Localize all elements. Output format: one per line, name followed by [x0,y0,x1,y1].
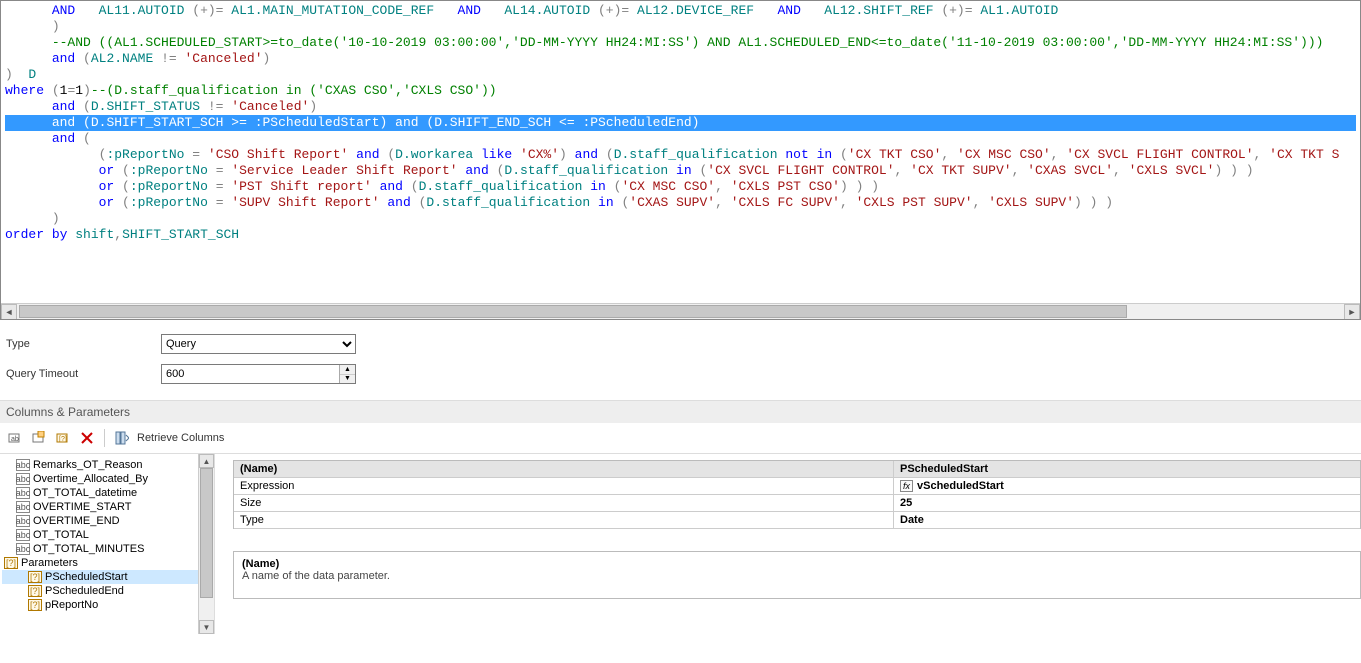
parameter-icon: [?] [28,585,42,597]
tree-scroll-down-icon[interactable]: ▼ [199,620,214,634]
column-icon: abc [16,501,30,513]
svg-text:ab: ab [11,436,19,443]
property-key: (Name) [234,461,894,477]
column-icon: abc [16,543,30,555]
tree-scroll-thumb[interactable] [200,468,213,598]
tree-column-item[interactable]: abcOVERTIME_END [2,514,212,528]
parameter-icon: [?] [28,571,42,583]
property-key: Expression [234,478,894,494]
parameter-icon: [?] [28,599,42,611]
property-row[interactable]: Size25 [234,495,1360,512]
column-icon: abc [16,487,30,499]
scroll-thumb[interactable] [19,305,1127,318]
tree-item-label: Remarks_OT_Reason [33,459,142,471]
tree-parameter-item[interactable]: [?]PScheduledStart [2,570,212,584]
tree-item-label: PScheduledEnd [45,585,124,597]
tree-item-label: Parameters [21,557,78,569]
sql-editor[interactable]: AND AL11.AUTOID (+)= AL1.MAIN_MUTATION_C… [0,0,1361,320]
tree-item-label: pReportNo [45,599,98,611]
add-parameter-icon[interactable]: [?] [54,429,72,447]
property-help-box: (Name) A name of the data parameter. [233,551,1361,599]
property-row[interactable]: TypeDate [234,512,1360,529]
dataset-controls: Type Query Query Timeout ▲ ▼ [0,320,1361,400]
spinner-down-icon[interactable]: ▼ [340,375,355,384]
scroll-right-arrow[interactable]: ► [1344,304,1360,320]
columns-toolbar: ab [?] Retrieve Columns [0,423,1361,454]
property-value[interactable]: fxvScheduledStart [894,478,1360,494]
properties-pane: (Name)PScheduledStartExpressionfxvSchedu… [215,454,1361,634]
property-row[interactable]: ExpressionfxvScheduledStart [234,478,1360,495]
fx-icon: fx [900,480,913,492]
parameter-group-icon: [?] [4,557,18,569]
property-value[interactable]: 25 [894,495,1360,511]
column-icon: abc [16,473,30,485]
svg-text:[?]: [?] [59,436,67,443]
tree-item-label: OVERTIME_START [33,501,131,513]
column-icon: abc [16,515,30,527]
property-value[interactable]: Date [894,512,1360,528]
parameters-root[interactable]: [?]Parameters [2,556,212,570]
lower-panes: abcRemarks_OT_ReasonabcOvertime_Allocate… [0,454,1361,634]
tree-column-item[interactable]: abcOT_TOTAL [2,528,212,542]
delete-icon[interactable] [78,429,96,447]
tree-item-label: OT_TOTAL [33,529,89,541]
column-icon: abc [16,459,30,471]
property-grid[interactable]: (Name)PScheduledStartExpressionfxvSchedu… [233,460,1361,529]
horizontal-scrollbar[interactable]: ◄ ► [1,303,1360,319]
tree-column-item[interactable]: abcOvertime_Allocated_By [2,472,212,486]
tree-item-label: OVERTIME_END [33,515,120,527]
columns-parameters-header: Columns & Parameters [0,400,1361,423]
scroll-left-arrow[interactable]: ◄ [1,304,17,320]
help-title: (Name) [242,558,1352,570]
tree-item-label: OT_TOTAL_MINUTES [33,543,144,555]
query-timeout-spinner[interactable]: ▲ ▼ [161,364,356,384]
tree-column-item[interactable]: abcOVERTIME_START [2,500,212,514]
query-timeout-input[interactable] [162,365,339,383]
retrieve-columns-button[interactable]: Retrieve Columns [137,432,224,444]
toolbar-separator [104,429,105,447]
tree-scroll-up-icon[interactable]: ▲ [199,454,214,468]
columns-parameters-tree[interactable]: abcRemarks_OT_ReasonabcOvertime_Allocate… [0,454,214,616]
column-icon: abc [16,529,30,541]
query-timeout-label: Query Timeout [6,368,161,380]
tree-item-label: OT_TOTAL_datetime [33,487,137,499]
sql-text[interactable]: AND AL11.AUTOID (+)= AL1.MAIN_MUTATION_C… [1,1,1360,245]
tree-item-label: Overtime_Allocated_By [33,473,148,485]
tree-parameter-item[interactable]: [?]PScheduledEnd [2,584,212,598]
tree-column-item[interactable]: abcRemarks_OT_Reason [2,458,212,472]
add-column-2-icon[interactable] [30,429,48,447]
add-column-icon[interactable]: ab [6,429,24,447]
type-label: Type [6,338,161,350]
tree-parameter-item[interactable]: [?]pReportNo [2,598,212,612]
tree-column-item[interactable]: abcOT_TOTAL_MINUTES [2,542,212,556]
type-select[interactable]: Query [161,334,356,354]
property-key: Type [234,512,894,528]
spinner-up-icon[interactable]: ▲ [340,365,355,375]
property-value: PScheduledStart [894,461,1360,477]
tree-column-item[interactable]: abcOT_TOTAL_datetime [2,486,212,500]
property-key: Size [234,495,894,511]
tree-item-label: PScheduledStart [45,571,128,583]
tree-pane: abcRemarks_OT_ReasonabcOvertime_Allocate… [0,454,215,634]
tree-vertical-scrollbar[interactable]: ▲ ▼ [198,454,214,634]
property-grid-header: (Name)PScheduledStart [234,461,1360,478]
help-description: A name of the data parameter. [242,570,1352,582]
retrieve-columns-icon[interactable] [113,429,131,447]
